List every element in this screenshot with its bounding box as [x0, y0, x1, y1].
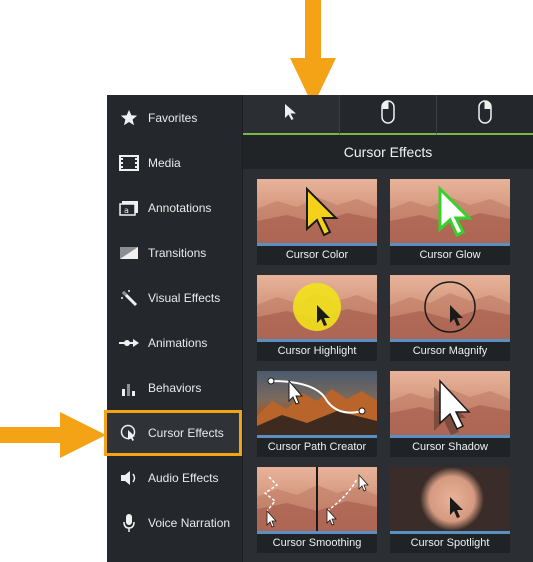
sidebar-item-label: Favorites: [148, 110, 198, 125]
annotation-arrow-down-icon: [290, 0, 336, 106]
cursor-path-creator-thumbnail: [257, 371, 377, 438]
sidebar-item-label: Annotations: [148, 200, 212, 215]
effect-card-cursor-color[interactable]: Cursor Color: [257, 179, 377, 265]
more-icon: [118, 557, 140, 562]
sidebar-item-favorites[interactable]: Favorites: [107, 95, 242, 140]
tab-left-click[interactable]: [340, 95, 437, 135]
sidebar: Favorites Media a Annotations Transition…: [107, 95, 243, 562]
cursor-tabs: [243, 95, 533, 135]
cursor-glow-thumbnail: [390, 179, 510, 246]
cursor-shadow-thumbnail: [390, 371, 510, 438]
effect-label: Cursor Color: [285, 249, 349, 261]
effect-label: Cursor Highlight: [277, 345, 357, 357]
sidebar-item-transitions[interactable]: Transitions: [107, 230, 242, 275]
effect-label: Cursor Glow: [419, 249, 481, 261]
sidebar-item-behaviors[interactable]: Behaviors: [107, 365, 242, 410]
microphone-icon: [118, 512, 140, 534]
sidebar-item-label: Transitions: [148, 245, 207, 260]
effect-card-cursor-shadow[interactable]: Cursor Shadow: [390, 371, 510, 457]
effect-card-cursor-magnify[interactable]: Cursor Magnify: [390, 275, 510, 361]
effect-card-cursor-smoothing[interactable]: Cursor Smoothing: [257, 467, 377, 553]
cursor-effects-highlight-box: [104, 410, 242, 456]
sidebar-item-audio-effects[interactable]: Audio Effects: [107, 455, 242, 500]
sidebar-item-label: Behaviors: [148, 380, 202, 395]
sidebar-item-label: Visual Effects: [148, 290, 221, 305]
sidebar-item-label: Audio Effects: [148, 470, 219, 485]
library-panel: Favorites Media a Annotations Transition…: [107, 95, 533, 562]
speaker-icon: [118, 467, 140, 489]
sidebar-item-partial: [107, 545, 242, 562]
effect-card-cursor-spotlight[interactable]: Cursor Spotlight: [390, 467, 510, 553]
sidebar-item-label: Media: [148, 155, 181, 170]
annotation-arrow-right-icon: [0, 412, 106, 458]
sidebar-item-label: Voice Narration: [148, 515, 231, 530]
cursor-magnify-thumbnail: [390, 275, 510, 342]
sidebar-item-visual-effects[interactable]: Visual Effects: [107, 275, 242, 320]
star-icon: [118, 107, 140, 129]
animation-arrow-icon: [118, 332, 140, 354]
behaviors-icon: [118, 377, 140, 399]
effect-card-cursor-path-creator[interactable]: Cursor Path Creator: [257, 371, 377, 457]
sidebar-item-animations[interactable]: Animations: [107, 320, 242, 365]
effect-label: Cursor Smoothing: [272, 537, 362, 549]
sidebar-item-voice-narration[interactable]: Voice Narration: [107, 500, 242, 545]
cursor-spotlight-thumbnail: [390, 467, 510, 534]
effect-label: Cursor Spotlight: [410, 537, 490, 549]
sidebar-item-annotations[interactable]: a Annotations: [107, 185, 242, 230]
magic-wand-icon: [118, 287, 140, 309]
sidebar-item-media[interactable]: Media: [107, 140, 242, 185]
effect-label: Cursor Shadow: [412, 441, 488, 453]
effect-card-cursor-glow[interactable]: Cursor Glow: [390, 179, 510, 265]
transition-icon: [118, 242, 140, 264]
film-icon: [118, 152, 140, 174]
cursor-highlight-thumbnail: [257, 275, 377, 342]
effect-label: Cursor Path Creator: [267, 441, 367, 453]
panel-title: Cursor Effects: [243, 135, 533, 169]
cursor-color-thumbnail: [257, 179, 377, 246]
cursor-smoothing-thumbnail: [257, 467, 377, 534]
effect-label: Cursor Magnify: [412, 345, 488, 357]
right-mouse-click-icon: [478, 99, 492, 129]
left-mouse-click-icon: [381, 99, 395, 129]
tab-right-click[interactable]: [437, 95, 533, 135]
effect-card-cursor-highlight[interactable]: Cursor Highlight: [257, 275, 377, 361]
sidebar-item-label: Animations: [148, 335, 208, 350]
svg-text:a: a: [124, 206, 129, 215]
annotation-icon: a: [118, 197, 140, 219]
cursor-pointer-icon: [284, 103, 298, 126]
tab-cursor[interactable]: [243, 95, 340, 135]
